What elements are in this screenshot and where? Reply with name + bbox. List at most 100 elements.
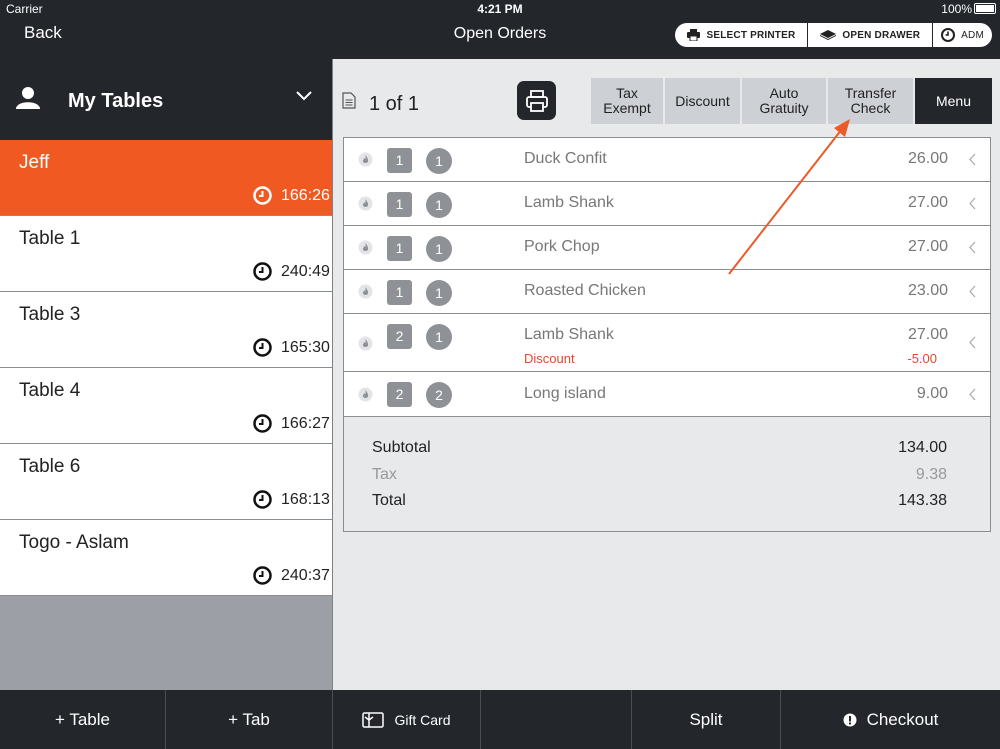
quantity-badge: 1 (426, 148, 452, 174)
order-item-row[interactable]: 1 1 Lamb Shank 27.00 (344, 182, 990, 226)
item-price: 27.00 (907, 238, 948, 255)
table-item[interactable]: Jeff 166:26 (0, 140, 332, 216)
item-name: Lamb Shank (524, 326, 614, 343)
print-check-button[interactable] (517, 81, 556, 120)
table-name: Table 3 (19, 304, 81, 325)
chevron-left-icon[interactable] (969, 241, 976, 254)
order-item-row[interactable]: 1 1 Duck Confit 26.00 (344, 138, 990, 182)
fire-icon[interactable] (358, 240, 373, 255)
table-item[interactable]: Table 6 168:13 (0, 444, 332, 520)
table-time: 166:26 (281, 186, 330, 204)
transfer-check-label-line2: Check (850, 100, 891, 116)
table-timer: 166:27 (253, 414, 330, 433)
select-printer-label: SELECT PRINTER (706, 29, 796, 41)
table-time: 166:27 (281, 414, 330, 432)
transfer-check-label-line1: Transfer (844, 85, 897, 101)
clock: 4:21 PM (477, 2, 523, 16)
menu-button[interactable]: Menu (915, 78, 992, 124)
item-price: 9.00 (916, 385, 948, 402)
menu-label: Menu (935, 92, 972, 109)
table-name: Jeff (19, 152, 50, 173)
order-item-row[interactable]: 1 1 Pork Chop 27.00 (344, 226, 990, 270)
user-button[interactable]: ADM (933, 23, 992, 47)
clock-icon (253, 566, 272, 585)
table-timer: 240:37 (253, 566, 330, 585)
empty-action-slot (481, 690, 632, 749)
select-printer-button[interactable]: SELECT PRINTER (675, 23, 809, 47)
clock-icon (253, 338, 272, 357)
clock-icon (253, 186, 272, 205)
transfer-check-button[interactable]: Transfer Check (828, 78, 913, 124)
fire-icon[interactable] (358, 152, 373, 167)
item-price: 23.00 (907, 282, 948, 299)
item-modifier: Discount (524, 351, 575, 366)
auto-gratuity-label-line1: Auto (769, 85, 799, 101)
split-label: Split (689, 709, 723, 729)
auto-gratuity-button[interactable]: Auto Gratuity (742, 78, 826, 124)
tax-label: Tax (372, 466, 397, 483)
checkout-button[interactable]: Checkout (781, 690, 1000, 749)
seat-badge: 2 (387, 382, 412, 407)
quantity-badge: 2 (426, 382, 452, 408)
tables-panel: My Tables Jeff 166:26 Table 1 240:49 Tab… (0, 59, 333, 690)
order-item-row[interactable]: 2 2 Long island 9.00 (344, 372, 990, 417)
open-drawer-button[interactable]: OPEN DRAWER (808, 23, 934, 47)
add-tab-button[interactable]: + Tab (166, 690, 333, 749)
my-tables-header[interactable]: My Tables (0, 59, 332, 140)
table-time: 165:30 (281, 338, 330, 356)
fire-icon[interactable] (358, 336, 373, 351)
chevron-left-icon[interactable] (969, 197, 976, 210)
split-button[interactable]: Split (632, 690, 781, 749)
order-item-row[interactable]: 1 1 Roasted Chicken 23.00 (344, 270, 990, 314)
seat-badge: 1 (387, 280, 412, 305)
table-timer: 165:30 (253, 338, 330, 357)
printer-icon (687, 29, 701, 41)
fire-icon[interactable] (358, 196, 373, 211)
table-name: Table 1 (19, 228, 81, 249)
discount-label: Discount (675, 92, 730, 109)
table-time: 240:49 (281, 262, 330, 280)
item-name: Roasted Chicken (524, 282, 646, 299)
total-value: 143.38 (898, 492, 947, 509)
drawer-icon (820, 30, 837, 40)
table-name: Togo - Aslam (19, 532, 129, 553)
quantity-badge: 1 (426, 192, 452, 218)
item-name: Long island (524, 385, 606, 402)
check-pager: 1 of 1 (369, 93, 420, 115)
table-item[interactable]: Togo - Aslam 240:37 (0, 520, 332, 596)
clock-icon (253, 490, 272, 509)
chevron-left-icon[interactable] (969, 153, 976, 166)
add-tab-label: + Tab (228, 709, 270, 729)
subtotal-value: 134.00 (898, 439, 947, 456)
battery-icon (974, 3, 996, 14)
chevron-left-icon[interactable] (969, 336, 976, 349)
tax-exempt-button[interactable]: Tax Exempt (591, 78, 663, 124)
quantity-badge: 1 (426, 324, 452, 350)
item-name: Duck Confit (524, 150, 607, 167)
fire-icon[interactable] (358, 387, 373, 402)
open-drawer-label: OPEN DRAWER (842, 29, 921, 41)
table-timer: 240:49 (253, 262, 330, 281)
order-item-row[interactable]: 2 1 Lamb Shank 27.00 Discount -5.00 (344, 314, 990, 372)
table-item[interactable]: Table 3 165:30 (0, 292, 332, 368)
clock-icon (941, 28, 956, 42)
seat-badge: 2 (387, 324, 412, 349)
table-item[interactable]: Table 1 240:49 (0, 216, 332, 292)
seat-badge: 1 (387, 192, 412, 217)
add-table-button[interactable]: + Table (0, 690, 166, 749)
check-totals: Subtotal 134.00 Tax 9.38 Total 143.38 (344, 417, 990, 531)
table-time: 168:13 (281, 490, 330, 508)
header-toolbar: SELECT PRINTER OPEN DRAWER ADM (675, 23, 992, 47)
fire-icon[interactable] (358, 284, 373, 299)
chevron-left-icon[interactable] (969, 285, 976, 298)
order-items-list: 1 1 Duck Confit 26.00 1 1 Lamb Shank 27.… (343, 137, 991, 532)
chevron-left-icon[interactable] (969, 388, 976, 401)
table-time: 240:37 (281, 566, 330, 584)
subtotal-label: Subtotal (372, 439, 431, 456)
discount-button[interactable]: Discount (665, 78, 740, 124)
table-item[interactable]: Table 4 166:27 (0, 368, 332, 444)
table-timer: 166:26 (253, 186, 330, 205)
item-price: 27.00 (907, 194, 948, 211)
auto-gratuity-label-line2: Gratuity (759, 100, 809, 116)
gift-card-button[interactable]: Gift Card (333, 690, 481, 749)
